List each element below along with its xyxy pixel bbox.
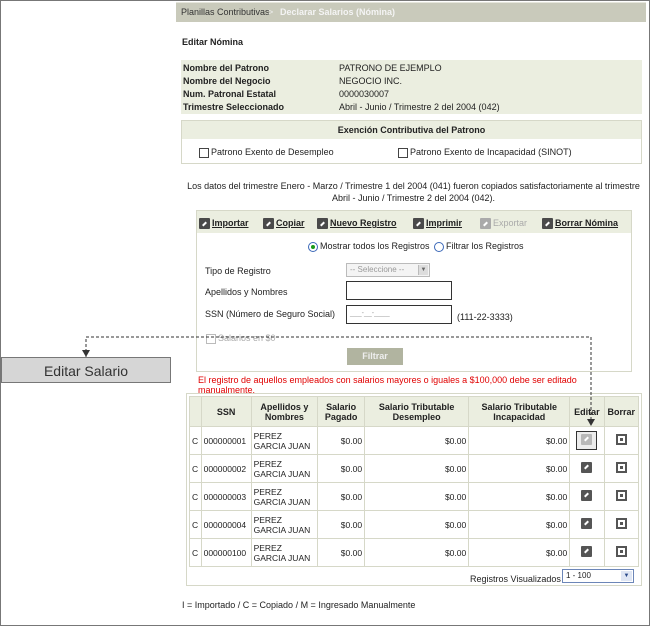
callout-dashed-line <box>85 336 592 426</box>
callout-connector <box>82 336 595 426</box>
arrow-up-icon <box>82 350 90 357</box>
arrow-down-icon <box>587 419 595 426</box>
